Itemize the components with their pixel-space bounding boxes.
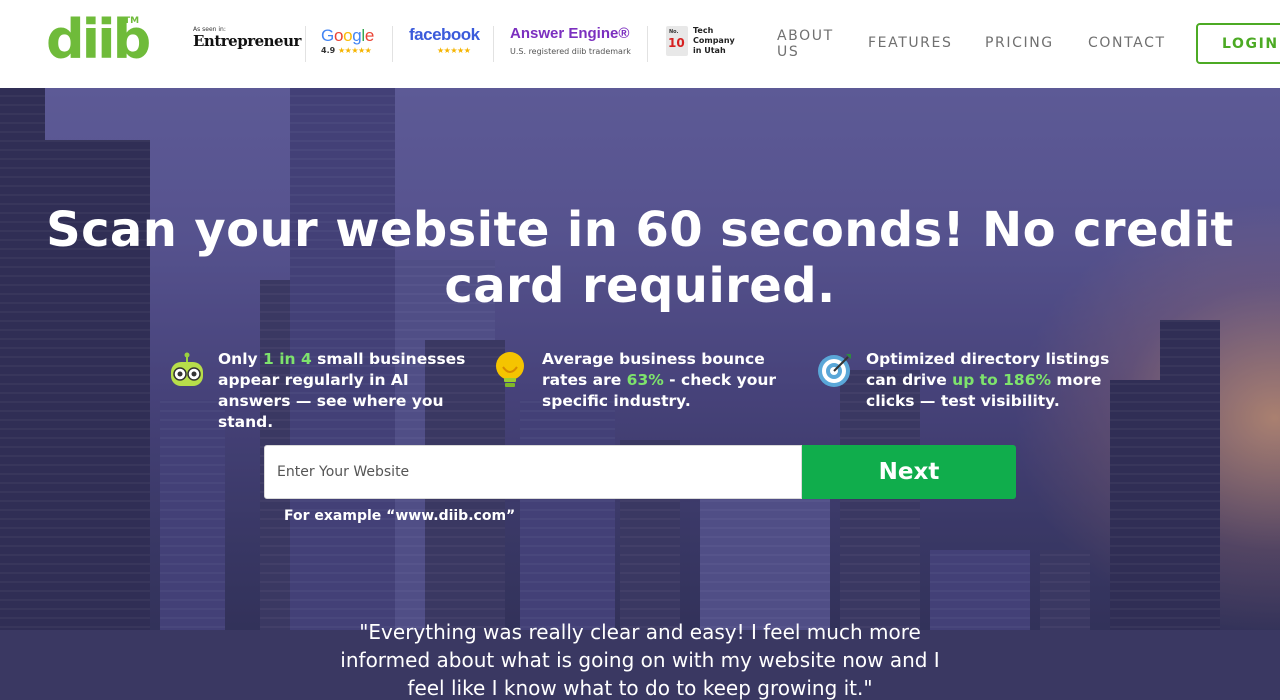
entrepreneur-press-logo: As seen in: Entrepreneur [193,22,301,62]
nav-pricing[interactable]: PRICING [985,35,1054,51]
press-divider [305,26,306,62]
target-icon [818,354,851,387]
login-button[interactable]: LOGIN [1196,23,1280,64]
google-rating-badge: Google 4.9 ★★★★★ [321,22,391,62]
website-url-input[interactable] [264,445,802,499]
press-divider [392,26,393,62]
facebook-wordmark: facebook [409,25,480,44]
tech-company-badge: No. 10 Tech Company in Utah [666,22,746,62]
google-wordmark: Google [321,26,375,45]
google-rating-value: 4.9 [321,46,336,55]
stat-ai-answers-text: Only 1 in 4 small businesses appear regu… [218,349,468,433]
testimonial-quote: "Everything was really clear and easy! I… [340,620,940,700]
stat-highlight: up to 186% [952,371,1052,389]
press-divider [493,26,494,62]
award-badge-number: 10 [668,36,685,50]
facebook-rating-badge: facebook ★★★★★ [409,22,489,62]
stat-directory-listings-text: Optimized directory listings can drive u… [866,349,1116,412]
award-badge-no: No. [669,29,679,35]
logo-trademark: TM [124,16,140,26]
robot-icon [171,352,203,386]
next-button[interactable]: Next [802,445,1016,499]
nav-contact[interactable]: CONTACT [1088,35,1166,51]
site-header: diib TM As seen in: Entrepreneur Google … [0,0,1280,88]
google-stars-icon: ★★★★★ [337,46,372,55]
nav-features[interactable]: FEATURES [868,35,952,51]
facebook-stars-icon: ★★★★★ [437,46,471,55]
hero-headline: Scan your website in 60 seconds! No cred… [46,202,1234,314]
answer-engine-wordmark: Answer Engine® [510,25,630,42]
tech-company-text: Tech Company in Utah [693,26,735,55]
answer-engine-badge: Answer Engine® U.S. registered diib trad… [510,22,640,62]
answer-engine-subtitle: U.S. registered diib trademark [510,47,631,56]
stat-highlight: 63% [626,371,664,389]
stat-bounce-rates-text: Average business bounce rates are 63% - … [542,349,802,412]
google-rating: 4.9 ★★★★★ [321,46,372,55]
nav-about-us[interactable]: ABOUT US [777,28,837,60]
lightbulb-icon [496,352,524,387]
url-example-hint: For example “www.diib.com” [284,508,516,524]
stat-highlight: 1 in 4 [263,350,312,368]
press-divider [647,26,648,62]
entrepreneur-wordmark: Entrepreneur [193,32,301,50]
award-badge-icon: No. 10 [666,26,688,56]
diib-logo[interactable]: diib TM [46,8,151,72]
stat-text-pre: Only [218,350,264,368]
